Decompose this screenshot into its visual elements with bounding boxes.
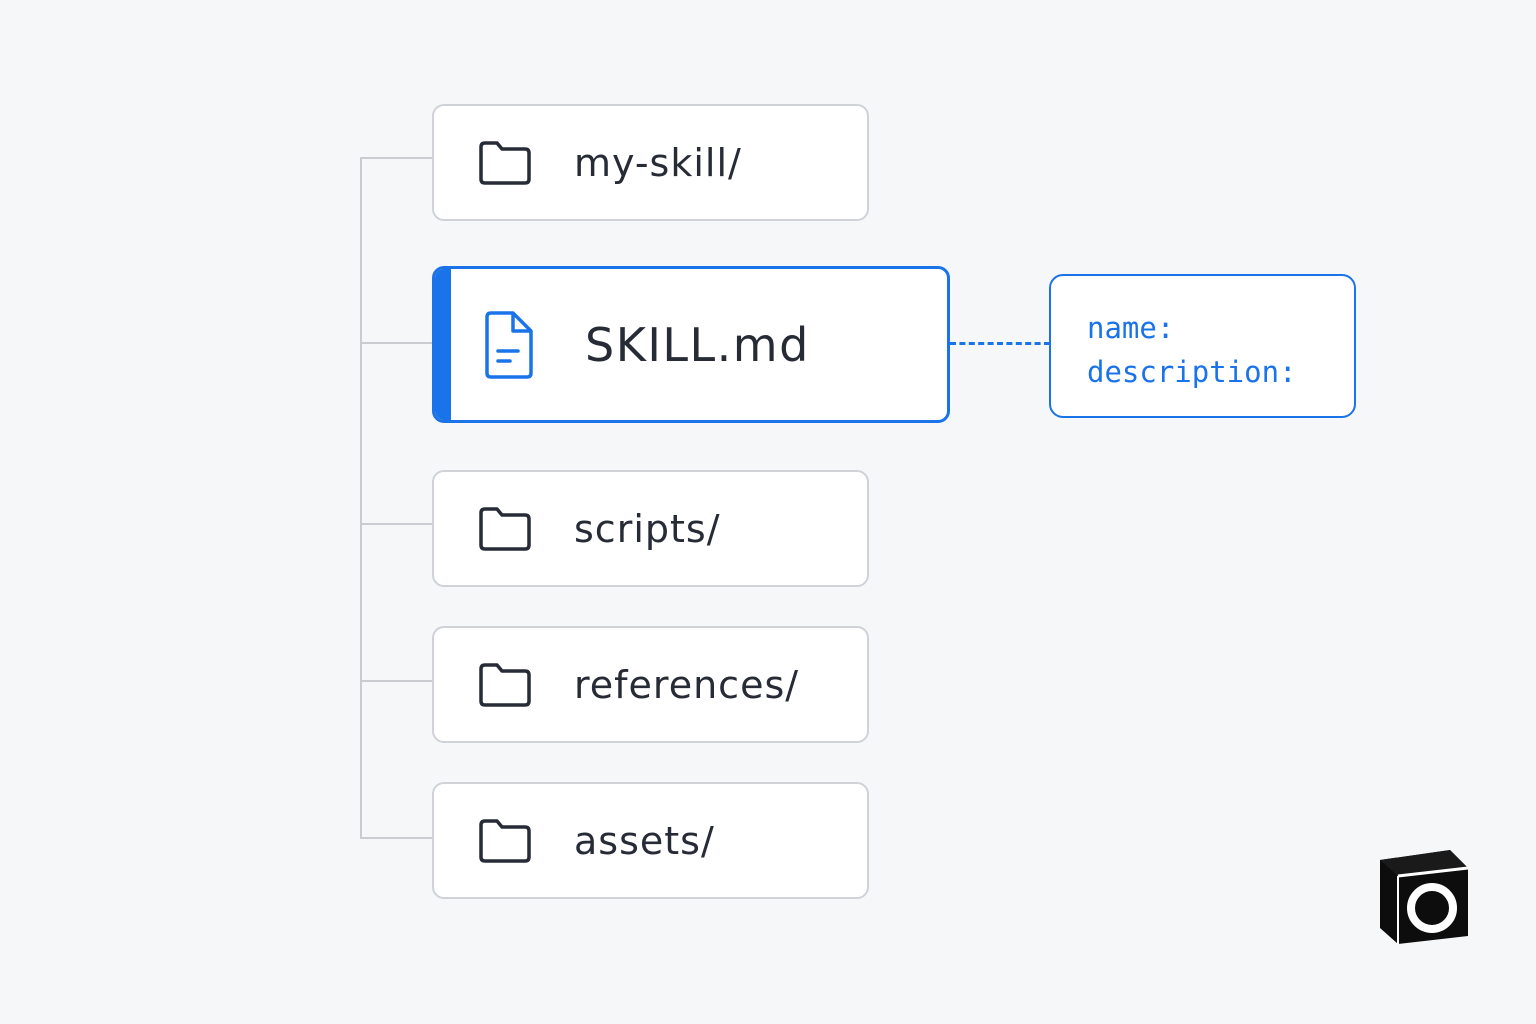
tree-branch-line: [360, 837, 434, 839]
tree-item-label: my-skill/: [574, 140, 742, 185]
tree-branch-line: [360, 157, 434, 159]
tree-item-label: SKILL.md: [585, 317, 810, 372]
frontmatter-field-name: name:: [1087, 311, 1175, 345]
tree-item-skill-md[interactable]: SKILL.md: [432, 266, 950, 423]
tree-item-label: scripts/: [574, 506, 721, 551]
tree-item-assets[interactable]: assets/: [432, 782, 869, 899]
tree-item-label: assets/: [574, 818, 715, 863]
frontmatter-field-description: description:: [1087, 355, 1297, 389]
tree-trunk-line: [360, 157, 362, 839]
tree-item-references[interactable]: references/: [432, 626, 869, 743]
selection-accent-bar: [435, 269, 451, 420]
tree-item-my-skill[interactable]: my-skill/: [432, 104, 869, 221]
tree-item-label: references/: [574, 662, 800, 707]
frontmatter-box: name: description:: [1049, 274, 1356, 418]
folder-icon: [476, 138, 534, 188]
frontmatter-connector: [950, 342, 1050, 345]
cube-logo-icon: [1376, 848, 1472, 948]
tree-branch-line: [360, 680, 434, 682]
tree-branch-line: [360, 523, 434, 525]
tree-branch-line: [360, 342, 434, 344]
document-icon: [479, 309, 537, 381]
folder-icon: [476, 816, 534, 866]
folder-icon: [476, 504, 534, 554]
tree-item-scripts[interactable]: scripts/: [432, 470, 869, 587]
folder-icon: [476, 660, 534, 710]
